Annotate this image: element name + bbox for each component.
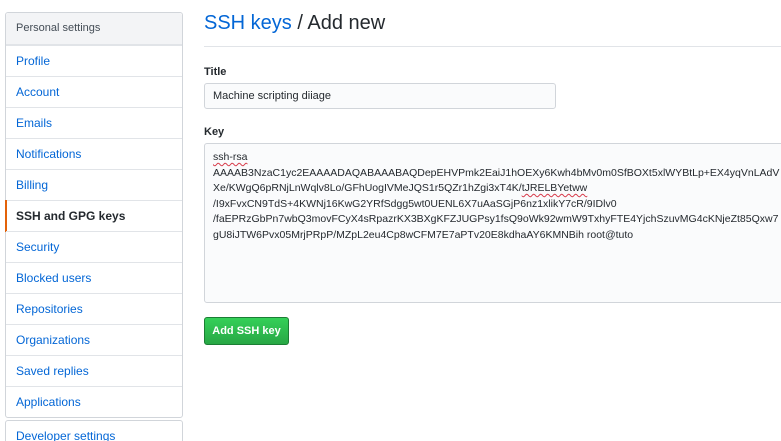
key-line-text: /I9xFvxCN9TdS+4KWNj16KwG2YRfSdgg5wt0UENL… bbox=[213, 197, 617, 210]
sidebar-item-notifications[interactable]: Notifications bbox=[6, 138, 182, 169]
settings-sidebar: Personal settings Profile Account Emails… bbox=[5, 12, 183, 418]
sidebar-item-account[interactable]: Account bbox=[6, 76, 182, 107]
sidebar-item-security[interactable]: Security bbox=[6, 231, 182, 262]
main-content: SSH keys / Add new Title Key ssh-rsa AAA… bbox=[204, 0, 781, 441]
key-line: /I9xFvxCN9TdS+4KWNj16KwG2YRfSdgg5wt0UENL… bbox=[213, 197, 781, 213]
key-label: Key bbox=[204, 126, 225, 138]
sidebar-item-saved-replies[interactable]: Saved replies bbox=[6, 355, 182, 386]
developer-settings-box: Developer settings bbox=[5, 420, 183, 441]
sidebar-item-ssh-gpg-keys[interactable]: SSH and GPG keys bbox=[5, 200, 182, 232]
sidebar-item-developer-settings[interactable]: Developer settings bbox=[6, 421, 182, 441]
sidebar-item-organizations[interactable]: Organizations bbox=[6, 324, 182, 355]
sidebar-header: Personal settings bbox=[6, 13, 182, 45]
ssh-keys-link[interactable]: SSH keys bbox=[204, 12, 292, 34]
key-line: AAAAB3NzaC1yc2EAAAADAQABAAABAQDepEHVPmk2… bbox=[213, 166, 781, 182]
key-line-text-misspelled: tJRELBYetww bbox=[521, 182, 588, 194]
sidebar-item-emails[interactable]: Emails bbox=[6, 107, 182, 138]
key-line: ssh-rsa bbox=[213, 150, 781, 166]
key-line-text: gU8iJTW6Pvx05MrjPRpP/MZpL2eu4Cp8wCFM7E7a… bbox=[213, 228, 634, 241]
sidebar-item-repositories[interactable]: Repositories bbox=[6, 293, 182, 324]
key-line: gU8iJTW6Pvx05MrjPRpP/MZpL2eu4Cp8wCFM7E7a… bbox=[213, 228, 781, 244]
sidebar-item-blocked-users[interactable]: Blocked users bbox=[6, 262, 182, 293]
add-ssh-key-button[interactable]: Add SSH key bbox=[204, 317, 289, 345]
sidebar-item-billing[interactable]: Billing bbox=[6, 169, 182, 200]
sidebar-item-applications[interactable]: Applications bbox=[6, 386, 182, 417]
title-label: Title bbox=[204, 66, 227, 78]
key-line-text: ssh-rsa bbox=[213, 151, 248, 163]
key-textarea[interactable]: ssh-rsa AAAAB3NzaC1yc2EAAAADAQABAAABAQDe… bbox=[204, 143, 781, 303]
title-divider bbox=[204, 46, 781, 47]
key-line-text: Xe/KWgQ6pRNjLnWqlv8Lo/GFhUogIVMeJQS1r5QZ… bbox=[213, 182, 522, 194]
page-title: SSH keys / Add new bbox=[204, 12, 385, 35]
sidebar-item-profile[interactable]: Profile bbox=[6, 45, 182, 76]
key-line-text: AAAAB3NzaC1yc2EAAAADAQABAAABAQDepEHVPmk2… bbox=[213, 166, 780, 179]
key-line: Xe/KWgQ6pRNjLnWqlv8Lo/GFhUogIVMeJQS1r5QZ… bbox=[213, 181, 781, 197]
page-title-suffix: / Add new bbox=[291, 12, 386, 34]
settings-page: Personal settings Profile Account Emails… bbox=[0, 0, 781, 441]
title-input[interactable] bbox=[204, 83, 556, 109]
key-line-text: /faEPRzGbPn7wbQ3movFCyX4sRpazrKX3BXgKFZJ… bbox=[213, 213, 779, 225]
key-line: /faEPRzGbPn7wbQ3movFCyX4sRpazrKX3BXgKFZJ… bbox=[213, 212, 781, 228]
